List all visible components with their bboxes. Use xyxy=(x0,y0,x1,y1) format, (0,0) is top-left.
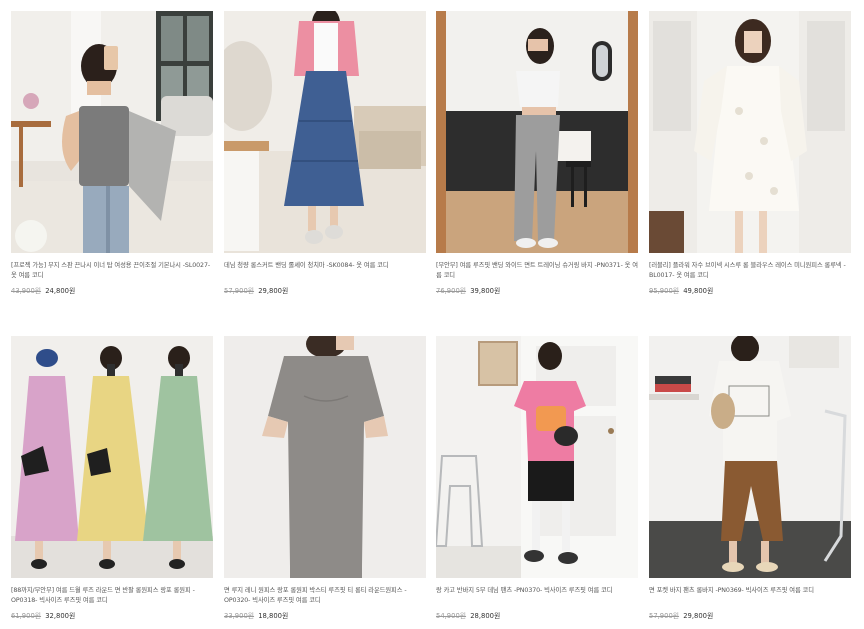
product-card[interactable]: [무안무] 여름 루즈핏 밴딩 와이드 면트 트레이닝 슈거링 바지 -PN03… xyxy=(436,11,638,295)
original-price: 95,900원 xyxy=(649,287,680,295)
product-title[interactable]: [무안무] 여름 루즈핏 밴딩 와이드 면트 트레이닝 슈거링 바지 -PN03… xyxy=(436,261,638,281)
original-price: 54,900원 xyxy=(436,612,467,620)
product-image[interactable] xyxy=(224,336,426,578)
product-price: 54,900원 28,800원 xyxy=(436,610,638,620)
product-price: 76,900원 39,800원 xyxy=(436,285,638,295)
original-price: 43,900원 xyxy=(11,287,42,295)
sale-price: 24,800원 xyxy=(45,287,76,295)
sale-price: 28,800원 xyxy=(470,612,501,620)
sale-price: 29,800원 xyxy=(258,287,289,295)
sale-price: 49,800원 xyxy=(683,287,714,295)
product-image[interactable] xyxy=(649,336,851,578)
product-card[interactable]: [88까지/무안무] 여름 드월 루즈 라운드 면 반팔 롱원피스 랑포 롱원피… xyxy=(11,336,213,620)
original-price: 57,900원 xyxy=(649,612,680,620)
product-title[interactable]: 면 포켓 바지 팬츠 롱바지 -PN0369- 빅사이즈 루즈핏 여름 코디 xyxy=(649,586,851,606)
product-price: 43,900원 24,800원 xyxy=(11,285,213,295)
product-card[interactable]: [프로젝 가능] 무지 스판 끈나시 이너 탑 여성용 끈이조절 기본나시 -S… xyxy=(11,11,213,295)
original-price: 61,900원 xyxy=(11,612,42,620)
sale-price: 29,800원 xyxy=(683,612,714,620)
product-title[interactable]: [88까지/무안무] 여름 드월 루즈 라운드 면 반팔 롱원피스 랑포 롱원피… xyxy=(11,586,213,606)
sale-price: 18,800원 xyxy=(258,612,289,620)
product-price: 95,900원 49,800원 xyxy=(649,285,851,295)
sale-price: 39,800원 xyxy=(470,287,501,295)
product-price: 33,900원 18,800원 xyxy=(224,610,426,620)
original-price: 76,900원 xyxy=(436,287,467,295)
product-image[interactable] xyxy=(224,11,426,253)
product-grid: [프로젝 가능] 무지 스판 끈나시 이너 탑 여성용 끈이조절 기본나시 -S… xyxy=(0,0,864,629)
product-image[interactable] xyxy=(11,336,213,578)
product-title[interactable]: 데님 청량 롱스커트 밴딩 롤셰이 청치마 -SK0084- 옷 여름 코디 xyxy=(224,261,426,281)
product-card[interactable]: [러블리] 플라워 자수 브이넥 시스루 롱 블라우스 레이스 미니원피스 롱루… xyxy=(649,11,851,295)
product-price: 61,900원 32,800원 xyxy=(11,610,213,620)
original-price: 33,900원 xyxy=(224,612,255,620)
product-card[interactable]: 면 포켓 바지 팬츠 롱바지 -PN0369- 빅사이즈 루즈핏 여름 코디 5… xyxy=(649,336,851,620)
product-price: 57,900원 29,800원 xyxy=(649,610,851,620)
product-title[interactable]: [러블리] 플라워 자수 브이넥 시스루 롱 블라우스 레이스 미니원피스 롱루… xyxy=(649,261,851,281)
product-card[interactable]: 데님 청량 롱스커트 밴딩 롤셰이 청치마 -SK0084- 옷 여름 코디 5… xyxy=(224,11,426,295)
product-card[interactable]: 면 루지 레니 원피스 랑포 롱원피 박스티 루즈핏 티 롱티 라운드원피스 -… xyxy=(224,336,426,620)
sale-price: 32,800원 xyxy=(45,612,76,620)
product-card[interactable]: 랑 카고 반바지 5부 데님 팬츠 -PN0370- 빅사이즈 루즈핏 여름 코… xyxy=(436,336,638,620)
product-price: 57,900원 29,800원 xyxy=(224,285,426,295)
product-image[interactable] xyxy=(11,11,213,253)
product-title[interactable]: 면 루지 레니 원피스 랑포 롱원피 박스티 루즈핏 티 롱티 라운드원피스 -… xyxy=(224,586,426,606)
product-title[interactable]: [프로젝 가능] 무지 스판 끈나시 이너 탑 여성용 끈이조절 기본나시 -S… xyxy=(11,261,213,281)
product-image[interactable] xyxy=(436,336,638,578)
product-image[interactable] xyxy=(649,11,851,253)
original-price: 57,900원 xyxy=(224,287,255,295)
product-image[interactable] xyxy=(436,11,638,253)
product-title[interactable]: 랑 카고 반바지 5부 데님 팬츠 -PN0370- 빅사이즈 루즈핏 여름 코… xyxy=(436,586,638,606)
